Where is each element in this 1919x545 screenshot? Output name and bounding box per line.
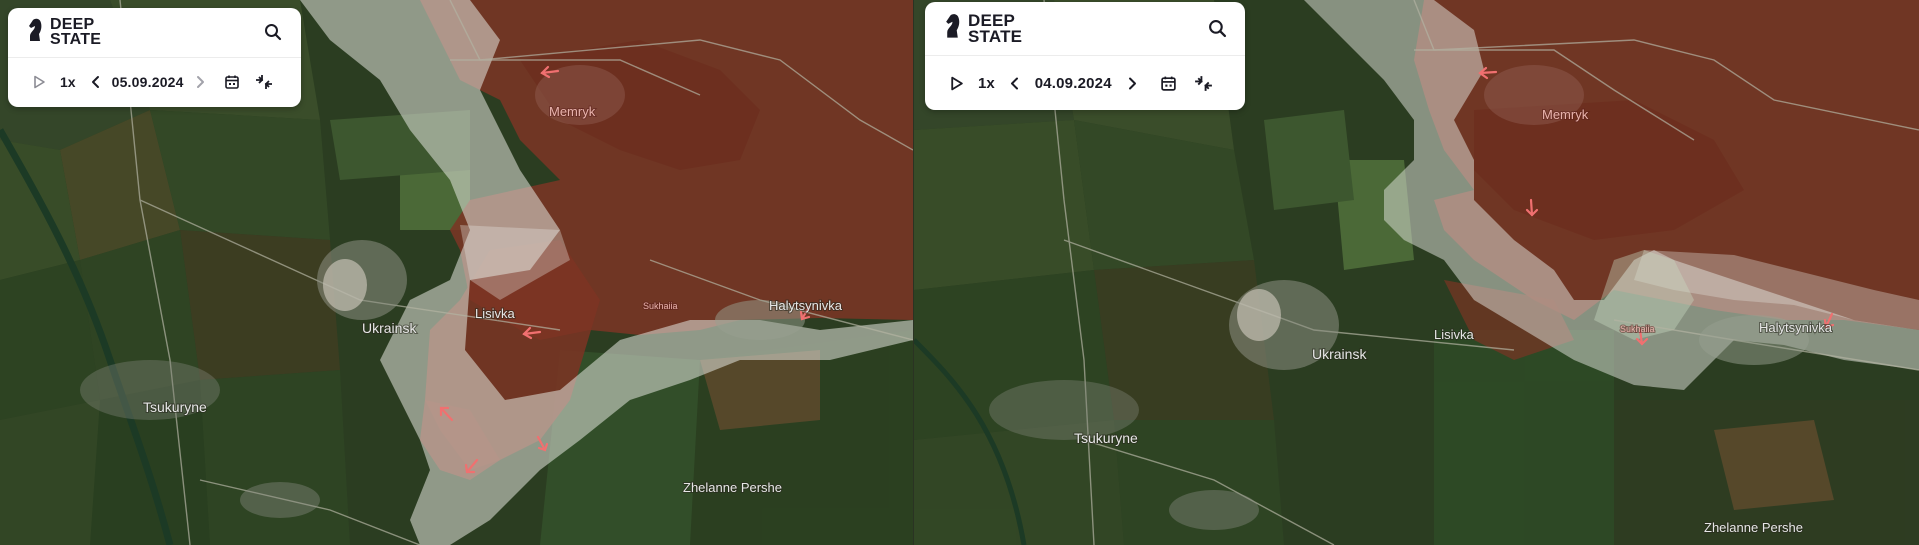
deepstate-logo[interactable]: DEEP STATE: [26, 17, 101, 48]
search-icon[interactable]: [261, 20, 285, 44]
timeline-control-card: DEEP STATE 1x 05.09.2024: [8, 8, 301, 107]
current-date[interactable]: 04.09.2024: [1035, 75, 1112, 92]
playback-speed-button[interactable]: 1x: [978, 75, 995, 92]
logo-wordmark: DEEP STATE: [968, 10, 1023, 46]
label-memryk: Memryk: [1542, 107, 1589, 122]
card-header: DEEP STATE: [925, 2, 1245, 56]
timeline-control-card: DEEP STATE 1x 04.09.2024: [925, 2, 1245, 110]
current-date[interactable]: 05.09.2024: [112, 74, 184, 90]
label-ukrainsk: Ukrainsk: [362, 320, 417, 336]
knight-icon: [943, 12, 962, 45]
chevron-right-icon[interactable]: [194, 75, 206, 89]
calendar-icon[interactable]: [224, 74, 240, 90]
label-lisivka: Lisivka: [1434, 327, 1475, 342]
label-sukhaiia: Sukhaiia: [643, 301, 678, 311]
card-header: DEEP STATE: [8, 8, 301, 58]
label-zhelanne: Zhelanne Pershe: [683, 480, 782, 495]
label-lisivka: Lisivka: [475, 306, 516, 321]
calendar-icon[interactable]: [1160, 75, 1177, 92]
chevron-left-icon[interactable]: [90, 75, 102, 89]
knight-icon: [26, 17, 44, 48]
deepstate-logo[interactable]: DEEP STATE: [943, 12, 1022, 45]
label-tsukuryne: Tsukuryne: [1074, 430, 1138, 446]
play-icon[interactable]: [32, 75, 46, 89]
compare-icon[interactable]: [254, 74, 274, 90]
label-ukrainsk: Ukrainsk: [1312, 346, 1367, 362]
logo-wordmark: DEEP STATE: [50, 16, 102, 49]
search-icon[interactable]: [1205, 17, 1229, 41]
label-tsukuryne: Tsukuryne: [143, 399, 207, 415]
chevron-left-icon[interactable]: [1009, 76, 1021, 91]
label-sukhaiia: Sukhaiia: [1620, 324, 1655, 334]
play-icon[interactable]: [949, 76, 964, 91]
label-memryk: Memryk: [549, 104, 596, 119]
label-halytsynivka: Halytsynivka: [1759, 320, 1833, 335]
playback-controls: 1x 04.09.2024: [925, 56, 1245, 110]
label-halytsynivka: Halytsynivka: [769, 298, 843, 313]
compare-icon[interactable]: [1193, 75, 1214, 92]
chevron-right-icon[interactable]: [1126, 76, 1138, 91]
playback-speed-button[interactable]: 1x: [60, 74, 76, 90]
label-zhelanne: Zhelanne Pershe: [1704, 520, 1803, 535]
playback-controls: 1x 05.09.2024: [8, 58, 301, 108]
map-panel-right[interactable]: Memryk Lisivka Ukrainsk Tsukuryne Halyts…: [914, 0, 1919, 545]
map-panel-left[interactable]: Memryk Lisivka Ukrainsk Tsukuryne Halyts…: [0, 0, 913, 545]
